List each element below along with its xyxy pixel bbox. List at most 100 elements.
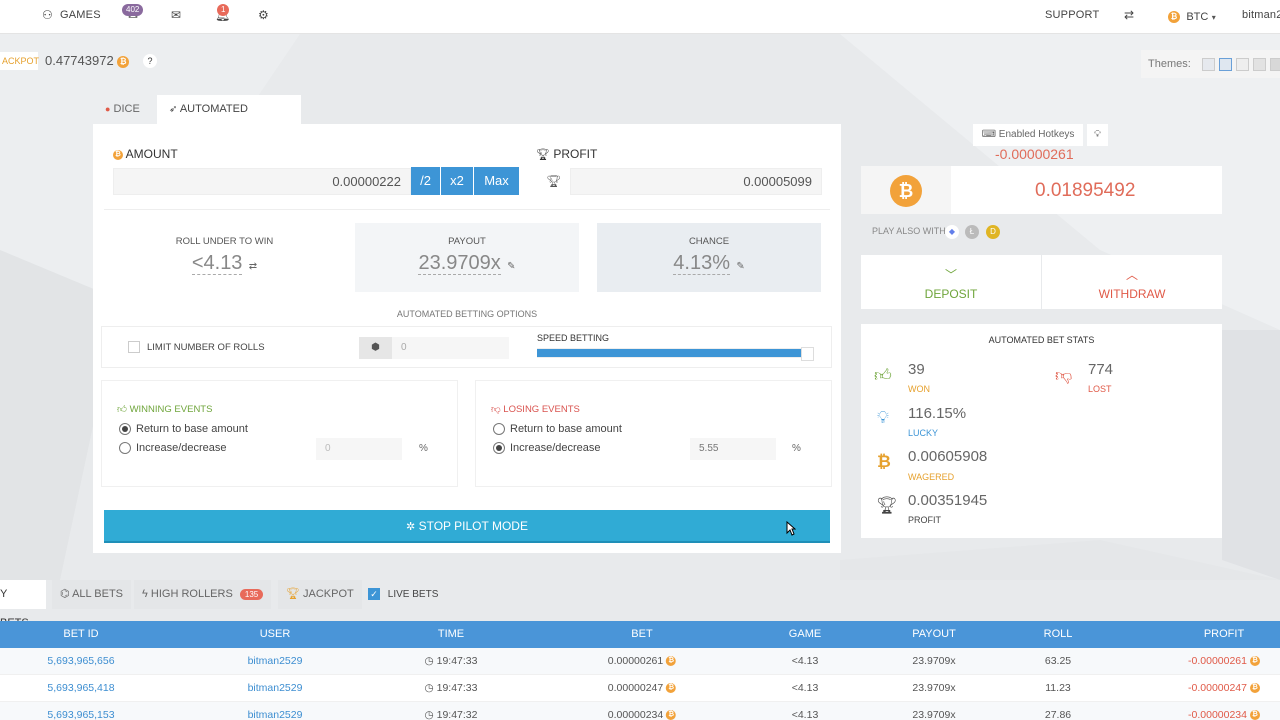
- deposit-button[interactable]: ﹀ DEPOSIT: [861, 255, 1041, 309]
- winning-increase-label: Increase/decrease: [136, 442, 227, 454]
- games-menu[interactable]: GAMES: [60, 9, 101, 21]
- support-link[interactable]: SUPPORT: [1045, 9, 1099, 21]
- winning-return-radio[interactable]: [119, 423, 131, 435]
- bitcoin-icon: ₿: [1250, 683, 1260, 694]
- cell-profit-text: -0.00000247: [1188, 682, 1247, 694]
- pencil-icon[interactable]: ✎: [507, 261, 515, 272]
- mail-icon[interactable]: ✉: [171, 8, 181, 22]
- live-bets-toggle[interactable]: ✓ LIVE BETS: [368, 580, 438, 609]
- amount-input[interactable]: 0.00000222: [113, 168, 411, 195]
- payout-value[interactable]: 23.9709x: [418, 252, 501, 275]
- dogecoin-icon[interactable]: D: [986, 225, 1000, 239]
- roll-value[interactable]: <4.13: [191, 252, 243, 275]
- double-button[interactable]: x2: [441, 167, 473, 195]
- winning-increase-radio[interactable]: [119, 442, 131, 454]
- bitcoin-icon: ₿: [890, 175, 922, 207]
- gamepad-icon: ⚇: [42, 8, 53, 22]
- pencil-icon[interactable]: ✎: [736, 261, 744, 272]
- limit-rolls-input[interactable]: 0: [392, 337, 509, 359]
- jackpot-help-button[interactable]: ?: [143, 54, 157, 68]
- theme-swatch[interactable]: [1270, 58, 1280, 71]
- tab-jackpot[interactable]: 🏆︎ JACKPOT: [278, 580, 362, 609]
- speed-slider-handle[interactable]: [801, 347, 814, 361]
- currency-selector[interactable]: ₿ BTC ▾: [1168, 9, 1216, 23]
- tab-dice[interactable]: ● DICE: [93, 95, 157, 124]
- cell-user[interactable]: bitman2529: [248, 655, 303, 667]
- dice-icon: ⬢: [359, 337, 392, 359]
- cell-bet-id-text: 5,693,965,656: [47, 655, 115, 667]
- won-label: WON: [908, 384, 930, 394]
- withdraw-button[interactable]: ︿ WITHDRAW: [1042, 255, 1222, 309]
- themes-picker: Themes:: [1141, 50, 1280, 78]
- chevron-down-icon: ﹀: [944, 268, 957, 282]
- swap-icon[interactable]: ⇄: [249, 261, 257, 272]
- payout-box: PAYOUT 23.9709x ✎: [355, 223, 579, 292]
- messages-badge: 402: [122, 4, 144, 16]
- losing-increase-input[interactable]: 5.55: [690, 438, 776, 460]
- cell-user-text: bitman2529: [247, 709, 303, 720]
- lost-label: LOST: [1088, 384, 1112, 394]
- gear-icon[interactable]: ⚙: [258, 8, 269, 22]
- stop-pilot-mode-button[interactable]: ✲ STOP PILOT MODE: [104, 510, 830, 543]
- theme-swatch[interactable]: [1202, 58, 1215, 71]
- ethereum-icon[interactable]: ◆: [945, 225, 959, 239]
- chance-value[interactable]: 4.13%: [673, 252, 730, 275]
- balance-box: ₿ 0.01895492: [861, 166, 1222, 214]
- limit-rolls-checkbox[interactable]: [128, 341, 140, 353]
- winning-events-label: WINNING EVENTS: [129, 404, 213, 415]
- trophy-icon: 🏆︎: [546, 174, 562, 188]
- speed-slider[interactable]: [537, 348, 814, 358]
- chevron-up-icon: ︿: [1125, 268, 1138, 282]
- theme-swatch[interactable]: [1253, 58, 1266, 71]
- profit-label: PROFIT: [908, 515, 941, 525]
- cell-payout: 23.9709x: [912, 682, 955, 694]
- chance-value-wrap[interactable]: 4.13% ✎: [597, 247, 821, 275]
- cell-roll: 63.25: [1045, 655, 1071, 667]
- roll-caption: ROLL UNDER TO WIN: [175, 236, 274, 247]
- theme-swatch[interactable]: [1236, 58, 1249, 71]
- thumbs-down-icon: 👎︎: [491, 404, 501, 415]
- tab-automated-betting[interactable]: ➶ AUTOMATED BETTING: [157, 95, 301, 144]
- theme-swatch-active[interactable]: [1219, 58, 1232, 71]
- winning-increase-input[interactable]: 0: [316, 438, 402, 460]
- roll-under-box: ROLL UNDER TO WIN <4.13 ⇄: [113, 223, 336, 292]
- cell-bet-id[interactable]: 5,693,965,153: [47, 709, 114, 720]
- roll-value-wrap[interactable]: <4.13 ⇄: [113, 247, 336, 275]
- cell-roll-text: 11.23: [1045, 682, 1071, 694]
- jackpot-tab-label: JACKPOT: [303, 588, 354, 600]
- chance-box: CHANCE 4.13% ✎: [597, 223, 821, 292]
- losing-return-radio[interactable]: [493, 423, 505, 435]
- cell-user[interactable]: bitman2529: [248, 709, 303, 720]
- max-button[interactable]: Max: [474, 167, 519, 195]
- binoculars-icon: ⌬: [60, 588, 70, 600]
- tab-high-rollers[interactable]: ϟ HIGH ROLLERS 135: [134, 580, 272, 609]
- cell-bet: 0.00000234 ₿: [608, 709, 677, 720]
- cell-time-text: 19:47:33: [436, 655, 478, 667]
- tab-all-bets[interactable]: ⌬ ALL BETS: [52, 580, 132, 609]
- profit-value: 0.00351945: [908, 492, 988, 509]
- cell-user[interactable]: bitman2529: [248, 682, 303, 694]
- litecoin-icon[interactable]: Ł: [965, 225, 979, 239]
- jackpot-value: 0.47743972 ₿: [45, 53, 130, 68]
- profit-input[interactable]: 0.00005099: [570, 168, 822, 195]
- withdraw-label: WITHDRAW: [1098, 287, 1166, 301]
- cell-time: ◷ 19:47:33: [425, 682, 478, 694]
- cell-time: ◷ 19:47:33: [425, 655, 478, 667]
- swap-icon[interactable]: ⇄: [1124, 8, 1134, 22]
- cell-game-text: <4.13: [791, 655, 819, 667]
- losing-increase-radio[interactable]: [493, 442, 505, 454]
- hotkeys-label: Enabled Hotkeys: [998, 129, 1075, 140]
- profit-label: PROFIT: [553, 147, 598, 161]
- lightbulb-icon[interactable]: 💡︎: [1087, 124, 1108, 146]
- cell-bet-id[interactable]: 5,693,965,656: [47, 655, 114, 667]
- bitcoin-icon: ₿: [666, 710, 677, 720]
- tab-my-bets[interactable]: Y BETS: [0, 580, 46, 629]
- hotkeys-button[interactable]: ⌨ Enabled Hotkeys: [973, 124, 1083, 146]
- thumbs-down-icon: 👎︎: [1055, 366, 1073, 385]
- payout-value-wrap[interactable]: 23.9709x ✎: [355, 247, 579, 275]
- limit-rolls-label: LIMIT NUMBER OF ROLLS: [147, 342, 265, 353]
- top-navigation-bar: ⚇ GAMES ✉ 402 ✉ 🔔︎ 1 ⚙ SUPPORT ⇄ ₿ BTC ▾…: [0, 0, 1280, 34]
- cell-bet-id[interactable]: 5,693,965,418: [47, 682, 114, 694]
- username[interactable]: bitman2: [1242, 9, 1280, 21]
- halve-button[interactable]: /2: [411, 167, 440, 195]
